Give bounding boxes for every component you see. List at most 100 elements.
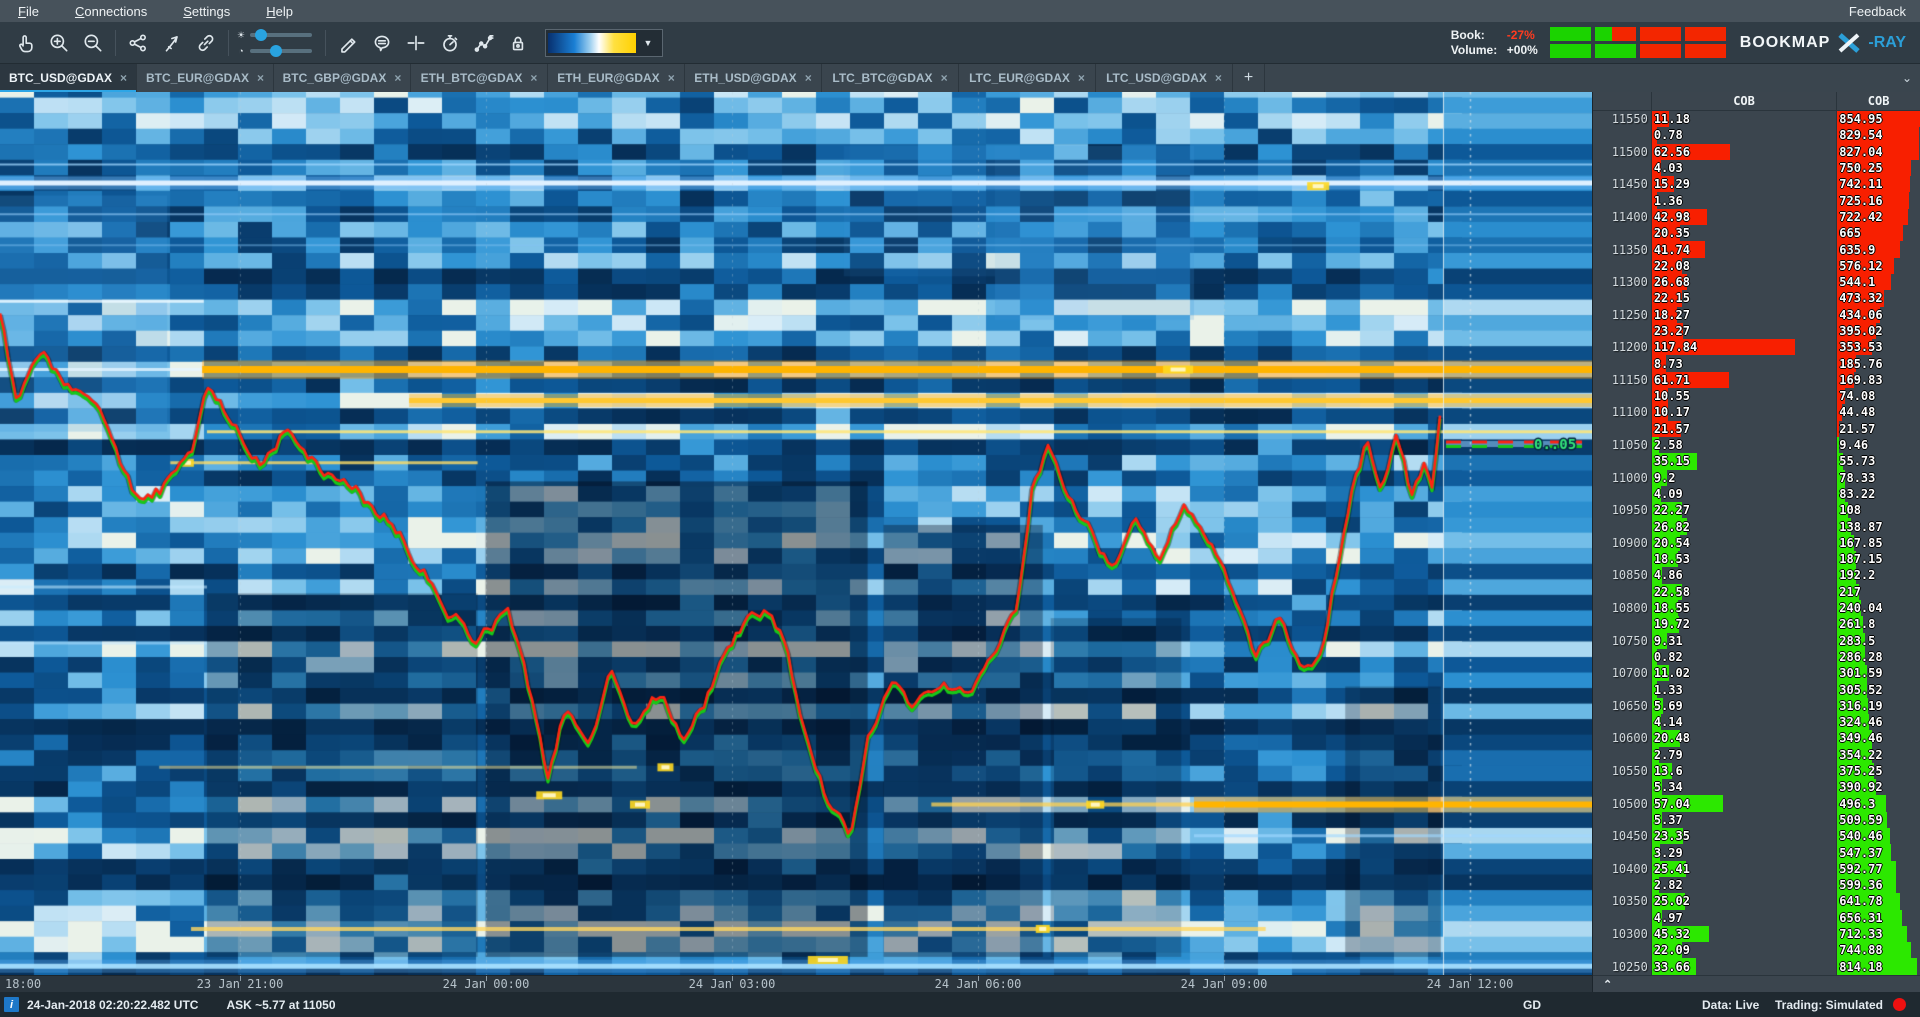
- cob-size-cell[interactable]: 20.48: [1651, 730, 1836, 746]
- zoom-in-icon[interactable]: [42, 26, 76, 60]
- cob-size-cell[interactable]: 4.97: [1651, 910, 1836, 926]
- link-icon[interactable]: [189, 26, 223, 60]
- share-icon[interactable]: [121, 26, 155, 60]
- cob-cumulative-cell[interactable]: 9.46: [1836, 437, 1920, 453]
- cob-cumulative-cell[interactable]: 473.32: [1836, 290, 1920, 306]
- depth-row[interactable]: 1040025.41592.77: [1593, 861, 1920, 877]
- cob-cumulative-cell[interactable]: 750.25: [1836, 160, 1920, 176]
- depth-row[interactable]: 21.5721.57: [1593, 421, 1920, 437]
- menu-help[interactable]: Help: [248, 4, 311, 19]
- cob-size-cell[interactable]: 9.2: [1651, 470, 1836, 486]
- cob-size-cell[interactable]: 9.31: [1651, 633, 1836, 649]
- cob-size-cell[interactable]: 45.32: [1651, 926, 1836, 942]
- comment-bubble-icon[interactable]: [365, 26, 399, 60]
- menu-connections[interactable]: Connections: [57, 4, 165, 19]
- cob-cumulative-cell[interactable]: 138.87: [1836, 518, 1920, 534]
- depth-row[interactable]: 106505.69316.19: [1593, 698, 1920, 714]
- cob-cumulative-cell[interactable]: 305.52: [1836, 681, 1920, 697]
- cob-cumulative-cell[interactable]: 509.59: [1836, 812, 1920, 828]
- cob-cumulative-cell[interactable]: 665: [1836, 225, 1920, 241]
- cob-cumulative-cell[interactable]: 742.11: [1836, 176, 1920, 192]
- cob-cumulative-cell[interactable]: 576.12: [1836, 258, 1920, 274]
- depth-row[interactable]: 5.37509.59: [1593, 812, 1920, 828]
- cob-size-cell[interactable]: 4.14: [1651, 714, 1836, 730]
- cob-size-cell[interactable]: 33.66: [1651, 958, 1836, 974]
- cob-cumulative-cell[interactable]: 395.02: [1836, 323, 1920, 339]
- depth-row[interactable]: 4.03750.25: [1593, 160, 1920, 176]
- depth-row[interactable]: 1135041.74635.9: [1593, 241, 1920, 257]
- cob-cumulative-cell[interactable]: 434.06: [1836, 307, 1920, 323]
- depth-row[interactable]: 1150062.56827.04: [1593, 144, 1920, 160]
- depth-row[interactable]: 4.0983.22: [1593, 486, 1920, 502]
- depth-row[interactable]: 4.14324.46: [1593, 714, 1920, 730]
- depth-row[interactable]: 1095022.27108: [1593, 502, 1920, 518]
- tab-eth-usd-gdax[interactable]: ETH_USD@GDAX×: [685, 64, 822, 92]
- cob-size-cell[interactable]: 2.79: [1651, 747, 1836, 763]
- depth-row[interactable]: 23.27395.02: [1593, 323, 1920, 339]
- depth-row[interactable]: 1050057.04496.3: [1593, 795, 1920, 811]
- cob-cumulative-cell[interactable]: 261.8: [1836, 616, 1920, 632]
- tab-eth-btc-gdax[interactable]: ETH_BTC@GDAX×: [411, 64, 548, 92]
- cob-size-cell[interactable]: 1.33: [1651, 681, 1836, 697]
- tab-close-icon[interactable]: ×: [394, 71, 401, 85]
- cob-size-cell[interactable]: 22.09: [1651, 942, 1836, 958]
- depth-row[interactable]: 107509.31283.5: [1593, 633, 1920, 649]
- depth-row[interactable]: 22.09744.88: [1593, 942, 1920, 958]
- tab-close-icon[interactable]: ×: [1078, 71, 1085, 85]
- lock-icon[interactable]: [501, 26, 535, 60]
- tab-close-icon[interactable]: ×: [668, 71, 675, 85]
- tab-close-icon[interactable]: ×: [120, 71, 127, 85]
- depth-row[interactable]: 5.34390.92: [1593, 779, 1920, 795]
- cob-size-cell[interactable]: 11.02: [1651, 665, 1836, 681]
- tab-overflow-chevron-icon[interactable]: ⌄: [1902, 64, 1912, 92]
- tab-btc-usd-gdax[interactable]: BTC_USD@GDAX×: [0, 64, 137, 92]
- depth-row[interactable]: 1130026.68544.1: [1593, 274, 1920, 290]
- depth-row[interactable]: 1070011.02301.59: [1593, 665, 1920, 681]
- cob-cumulative-cell[interactable]: 635.9: [1836, 241, 1920, 257]
- cob-size-cell[interactable]: 10.55: [1651, 388, 1836, 404]
- cob-size-cell[interactable]: 15.29: [1651, 176, 1836, 192]
- depth-row[interactable]: 0.78829.54: [1593, 127, 1920, 143]
- cob-cumulative-cell[interactable]: 167.85: [1836, 535, 1920, 551]
- cob-size-cell[interactable]: 0.82: [1651, 649, 1836, 665]
- depth-row[interactable]: 20.35665: [1593, 225, 1920, 241]
- depth-row[interactable]: 1140042.98722.42: [1593, 209, 1920, 225]
- cob-cumulative-cell[interactable]: 217: [1836, 584, 1920, 600]
- cob-cumulative-cell[interactable]: 83.22: [1836, 486, 1920, 502]
- depth-row[interactable]: 1090020.54167.85: [1593, 535, 1920, 551]
- tab-ltc-usd-gdax[interactable]: LTC_USD@GDAX×: [1096, 64, 1233, 92]
- cob-size-cell[interactable]: 61.71: [1651, 372, 1836, 388]
- depth-row[interactable]: 1.33305.52: [1593, 681, 1920, 697]
- depth-row[interactable]: 22.08576.12: [1593, 258, 1920, 274]
- scroll-up-icon[interactable]: ⌃: [1603, 978, 1612, 991]
- cob-cumulative-cell[interactable]: 712.33: [1836, 926, 1920, 942]
- cob-size-cell[interactable]: 25.41: [1651, 861, 1836, 877]
- cob-size-cell[interactable]: 11.18: [1651, 111, 1836, 127]
- tab-close-icon[interactable]: ×: [257, 71, 264, 85]
- cob-cumulative-cell[interactable]: 240.04: [1836, 600, 1920, 616]
- cob-size-cell[interactable]: 23.27: [1651, 323, 1836, 339]
- depth-row[interactable]: 3.29547.37: [1593, 844, 1920, 860]
- cob-cumulative-cell[interactable]: 375.25: [1836, 763, 1920, 779]
- cob-size-cell[interactable]: 2.82: [1651, 877, 1836, 893]
- menu-settings[interactable]: Settings: [165, 4, 248, 19]
- depth-row[interactable]: 19.72261.8: [1593, 616, 1920, 632]
- depth-row[interactable]: 1125018.27434.06: [1593, 307, 1920, 323]
- cob-size-cell[interactable]: 10.17: [1651, 404, 1836, 420]
- pan-hand-icon[interactable]: [8, 26, 42, 60]
- depth-row[interactable]: 26.82138.87: [1593, 518, 1920, 534]
- tab-eth-eur-gdax[interactable]: ETH_EUR@GDAX×: [548, 64, 685, 92]
- tab-ltc-eur-gdax[interactable]: LTC_EUR@GDAX×: [959, 64, 1096, 92]
- cob-size-cell[interactable]: 19.72: [1651, 616, 1836, 632]
- cob-size-cell[interactable]: 4.86: [1651, 567, 1836, 583]
- cob-cumulative-cell[interactable]: 78.33: [1836, 470, 1920, 486]
- trade-path-icon[interactable]: [467, 26, 501, 60]
- cob-size-cell[interactable]: 20.35: [1651, 225, 1836, 241]
- tab-close-icon[interactable]: ×: [1215, 71, 1222, 85]
- cob-cumulative-cell[interactable]: 656.31: [1836, 910, 1920, 926]
- cob-cumulative-cell[interactable]: 354.22: [1836, 747, 1920, 763]
- depth-row[interactable]: 1110010.1744.48: [1593, 404, 1920, 420]
- depth-row[interactable]: 2.79354.22: [1593, 747, 1920, 763]
- depth-row[interactable]: 18.53187.15: [1593, 551, 1920, 567]
- cob-size-cell[interactable]: 117.84: [1651, 339, 1836, 355]
